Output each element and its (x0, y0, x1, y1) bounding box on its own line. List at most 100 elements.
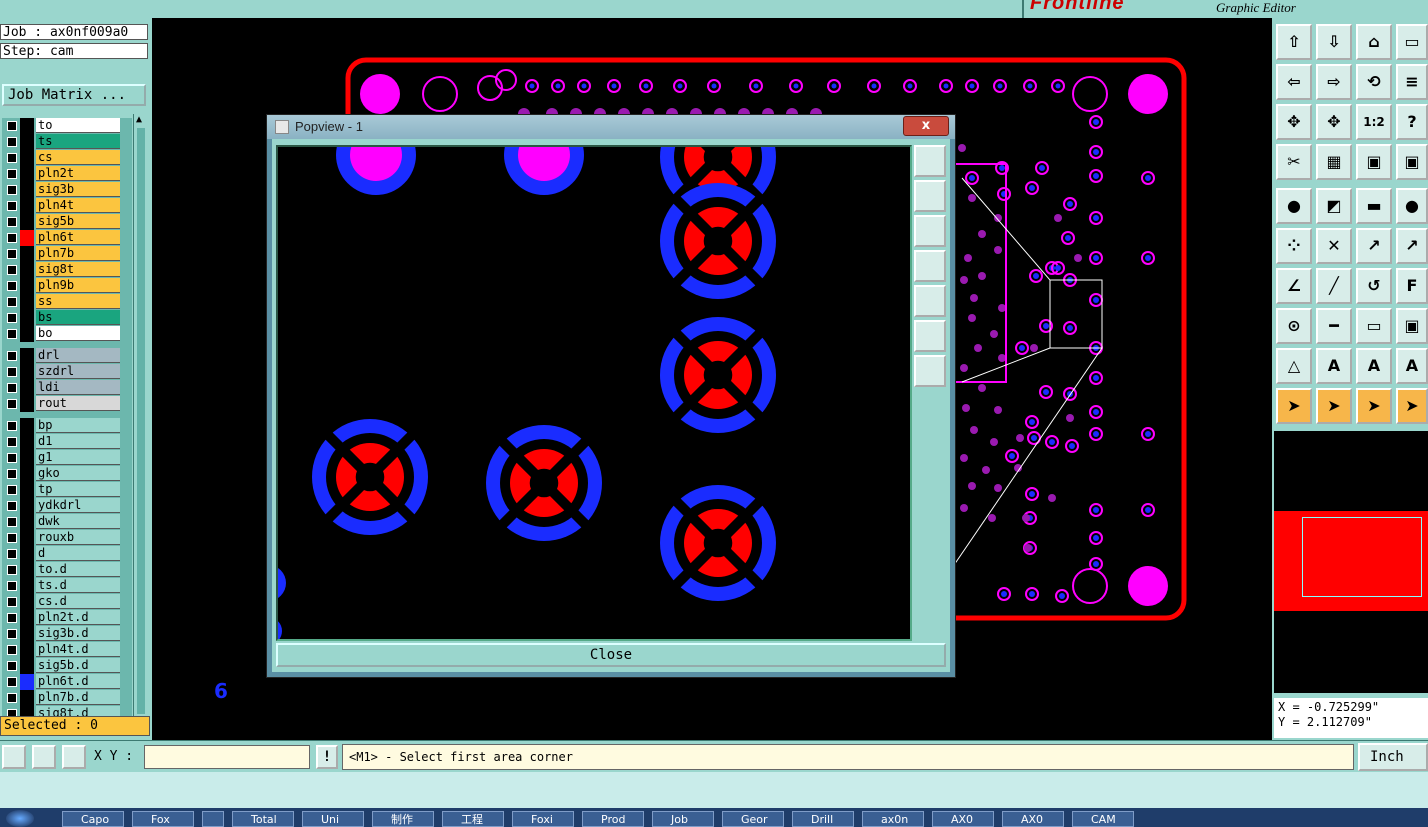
layer-color-swatch[interactable] (20, 326, 34, 342)
layer-color-swatch[interactable] (20, 166, 34, 182)
layer-row[interactable]: d1 (2, 434, 132, 450)
tool-button[interactable]: ⇧ (1276, 24, 1312, 60)
layer-name[interactable]: pln2t (36, 166, 120, 181)
layer-checkbox[interactable] (7, 169, 17, 179)
layer-name[interactable]: pln6t (36, 230, 120, 245)
job-matrix-button[interactable]: Job Matrix ... (2, 84, 146, 106)
layer-name[interactable]: ts (36, 134, 120, 149)
tool-button[interactable]: ? (1396, 104, 1428, 140)
layer-color-swatch[interactable] (20, 246, 34, 262)
layer-name[interactable]: pln2t.d (36, 610, 120, 625)
popview-tool-pan-up-button[interactable] (914, 180, 946, 212)
layer-row[interactable]: dwk (2, 514, 132, 530)
layer-color-swatch[interactable] (20, 396, 34, 412)
tool-button[interactable]: ↗ (1396, 228, 1428, 264)
layer-row[interactable]: bp (2, 418, 132, 434)
tool-button[interactable]: ⇦ (1276, 64, 1312, 100)
layer-checkbox[interactable] (7, 677, 17, 687)
tool-button[interactable]: ≡ (1396, 64, 1428, 100)
layer-color-swatch[interactable] (20, 546, 34, 562)
measure-icon[interactable] (32, 745, 56, 769)
layer-name[interactable]: sig5b.d (36, 658, 120, 673)
tool-button[interactable]: ∠ (1276, 268, 1312, 304)
layer-color-swatch[interactable] (20, 364, 34, 380)
scroll-up-icon[interactable]: ▲ (136, 114, 142, 125)
xy-input[interactable] (144, 745, 310, 769)
layer-color-swatch[interactable] (20, 594, 34, 610)
taskbar-item[interactable]: Geor (722, 811, 784, 827)
popview-tool-pan-left-button[interactable] (914, 250, 946, 282)
tool-button[interactable]: ◩ (1316, 188, 1352, 224)
layer-row[interactable]: rout (2, 396, 132, 412)
layer-name[interactable]: d (36, 546, 120, 561)
layer-checkbox[interactable] (7, 437, 17, 447)
taskbar-item[interactable]: Capo (62, 811, 124, 827)
layer-name[interactable]: ts.d (36, 578, 120, 593)
layer-name[interactable]: d1 (36, 434, 120, 449)
layer-checkbox[interactable] (7, 469, 17, 479)
layer-name[interactable]: ldi (36, 380, 120, 395)
layer-row[interactable]: sig3b.d (2, 626, 132, 642)
tool-button[interactable]: ▣ (1396, 308, 1428, 344)
popview-tool-zoom-fit-button[interactable] (914, 145, 946, 177)
tool-button[interactable]: ⇨ (1316, 64, 1352, 100)
layer-row[interactable]: bo (2, 326, 132, 342)
layer-color-swatch[interactable] (20, 310, 34, 326)
layer-color-swatch[interactable] (20, 514, 34, 530)
layer-checkbox[interactable] (7, 265, 17, 275)
layer-checkbox[interactable] (7, 421, 17, 431)
layer-color-swatch[interactable] (20, 294, 34, 310)
layer-checkbox[interactable] (7, 597, 17, 607)
layer-checkbox[interactable] (7, 383, 17, 393)
layer-color-swatch[interactable] (20, 150, 34, 166)
layer-color-swatch[interactable] (20, 182, 34, 198)
layer-color-swatch[interactable] (20, 690, 34, 706)
snap-icon[interactable] (2, 745, 26, 769)
layer-color-swatch[interactable] (20, 562, 34, 578)
layer-color-swatch[interactable] (20, 578, 34, 594)
tool-button[interactable]: ➤ (1316, 388, 1352, 424)
taskbar-item[interactable]: Prod (582, 811, 644, 827)
layer-color-swatch[interactable] (20, 230, 34, 246)
tool-button[interactable]: ➤ (1276, 388, 1312, 424)
alert-icon[interactable]: ! (316, 745, 338, 769)
tool-button[interactable]: ✥ (1276, 104, 1312, 140)
layer-name[interactable]: sig3b (36, 182, 120, 197)
layer-checkbox[interactable] (7, 693, 17, 703)
layer-checkbox[interactable] (7, 367, 17, 377)
layer-name[interactable]: pln6t.d (36, 674, 120, 689)
layer-color-swatch[interactable] (20, 134, 34, 150)
taskbar-item[interactable]: ax0n (862, 811, 924, 827)
layer-name[interactable]: sig8t (36, 262, 120, 277)
tool-button[interactable]: ⇩ (1316, 24, 1352, 60)
layer-row[interactable]: gko (2, 466, 132, 482)
tool-button[interactable]: ⌂ (1356, 24, 1392, 60)
tool-button[interactable]: ⊙ (1276, 308, 1312, 344)
tool-button[interactable]: ▭ (1396, 24, 1428, 60)
tool-button[interactable]: ↺ (1356, 268, 1392, 304)
layer-checkbox[interactable] (7, 501, 17, 511)
taskbar-item[interactable]: 工程 (442, 811, 504, 827)
taskbar-item[interactable]: AX0 (932, 811, 994, 827)
tool-button[interactable]: ╱ (1316, 268, 1352, 304)
units-select[interactable]: Inch (1358, 743, 1428, 771)
layer-checkbox[interactable] (7, 137, 17, 147)
layer-row[interactable]: sig3b (2, 182, 132, 198)
tool-button[interactable]: ✂ (1276, 144, 1312, 180)
layer-color-swatch[interactable] (20, 498, 34, 514)
layer-name[interactable]: g1 (36, 450, 120, 465)
overview-viewport[interactable] (1302, 517, 1422, 597)
layer-checkbox[interactable] (7, 613, 17, 623)
tool-button[interactable]: ▬ (1356, 188, 1392, 224)
layer-row[interactable]: pln6t (2, 230, 132, 246)
layer-row[interactable]: pln2t (2, 166, 132, 182)
layer-color-swatch[interactable] (20, 434, 34, 450)
layer-color-swatch[interactable] (20, 626, 34, 642)
layer-name[interactable]: rouxb (36, 530, 120, 545)
tool-button[interactable]: ✥ (1316, 104, 1352, 140)
layer-checkbox[interactable] (7, 485, 17, 495)
taskbar-item[interactable]: Total (232, 811, 294, 827)
layer-name[interactable]: rout (36, 396, 120, 411)
taskbar-item[interactable]: Foxi (512, 811, 574, 827)
popview-zoom-view[interactable] (276, 145, 912, 641)
